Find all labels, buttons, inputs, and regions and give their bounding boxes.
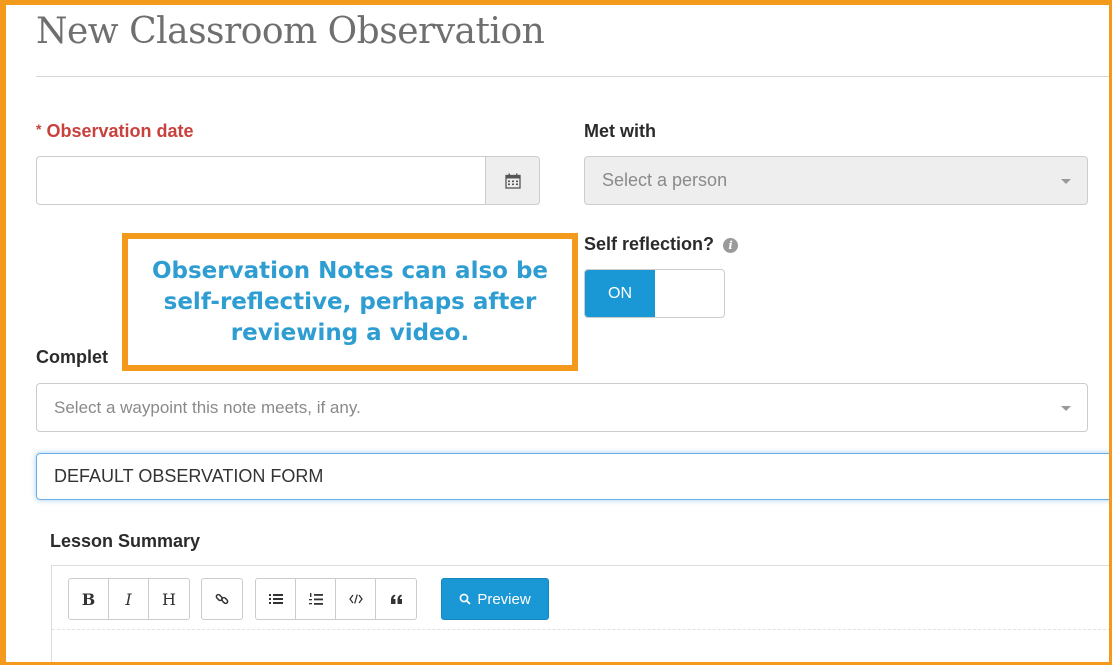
observation-date-label-text: Observation date <box>46 121 194 141</box>
quote-icon <box>390 594 402 604</box>
block-button-group <box>255 578 417 620</box>
format-button-group: B I H <box>68 578 190 620</box>
preview-label: Preview <box>477 590 531 608</box>
numbered-list-icon <box>308 592 323 605</box>
caret-down-icon <box>1061 405 1071 411</box>
quote-button[interactable] <box>376 579 416 619</box>
required-marker: * <box>36 121 42 137</box>
observation-form-value: DEFAULT OBSERVATION FORM <box>54 466 324 486</box>
met-with-placeholder: Select a person <box>602 170 728 190</box>
self-reflection-label: Self reflection? i <box>584 234 739 255</box>
met-with-select[interactable]: Select a person <box>584 156 1088 205</box>
code-icon <box>348 594 363 604</box>
annotation-callout: Observation Notes can also be self-refle… <box>122 233 578 371</box>
italic-button[interactable]: I <box>109 579 149 619</box>
caret-down-icon <box>1061 178 1071 184</box>
preview-button[interactable]: Preview <box>441 578 549 620</box>
search-icon <box>459 593 471 605</box>
code-button[interactable] <box>336 579 376 619</box>
observation-date-input[interactable] <box>36 156 485 205</box>
self-reflection-label-text: Self reflection? <box>584 234 715 254</box>
page-title: New Classroom Observation <box>36 11 545 52</box>
link-icon <box>215 593 229 605</box>
title-divider <box>36 76 1109 77</box>
calendar-icon <box>504 173 521 189</box>
screenshot-frame: New Classroom Observation * Observation … <box>0 0 1112 665</box>
callout-text: Observation Notes can also be self-refle… <box>151 257 549 346</box>
link-button-group <box>201 578 243 620</box>
self-reflection-toggle[interactable]: ON <box>584 269 725 318</box>
bullet-list-icon <box>268 594 283 604</box>
calendar-button[interactable] <box>485 156 540 205</box>
link-button[interactable] <box>202 579 242 619</box>
observation-form-select[interactable]: DEFAULT OBSERVATION FORM <box>36 453 1109 500</box>
waypoint-select[interactable]: Select a waypoint this note meets, if an… <box>36 383 1088 432</box>
bullet-list-button[interactable] <box>256 579 296 619</box>
lesson-summary-label: Lesson Summary <box>50 531 201 551</box>
lesson-summary-editor[interactable]: B I H Preview <box>51 565 1109 662</box>
editor-toolbar-divider <box>52 629 1109 630</box>
observation-date-label: * Observation date <box>36 121 194 142</box>
bold-button[interactable]: B <box>69 579 109 619</box>
met-with-label: Met with <box>584 121 656 141</box>
waypoint-placeholder: Select a waypoint this note meets, if an… <box>54 397 361 417</box>
info-icon[interactable]: i <box>723 237 739 253</box>
numbered-list-button[interactable] <box>296 579 336 619</box>
completes-label: Complet <box>36 347 108 367</box>
toggle-on-label: ON <box>585 270 655 317</box>
heading-button[interactable]: H <box>149 579 189 619</box>
